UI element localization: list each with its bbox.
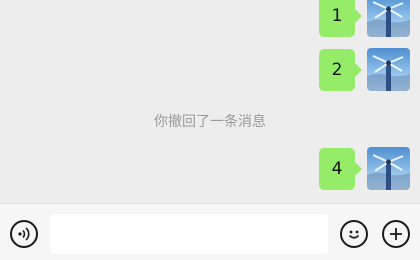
plus-icon [390,228,402,240]
recalled-message-notice: 你撤回了一条消息 [154,114,266,130]
more-button[interactable] [382,220,410,248]
input-toolbar [0,203,420,260]
message-bubble[interactable]: 4 [319,147,362,190]
message-text: 4 [331,158,343,179]
emoji-button[interactable] [340,220,368,248]
message-text: 2 [331,59,343,80]
avatar[interactable] [367,48,410,91]
voice-icon [18,227,30,241]
message-bubble[interactable]: 2 [319,48,362,91]
voice-button[interactable] [10,220,38,248]
message-input[interactable] [50,214,328,254]
message-text: 1 [331,5,343,26]
message-row: 1 [319,0,410,37]
emoji-icon [348,230,360,239]
message-row: 4 [319,147,410,190]
avatar[interactable] [367,0,410,37]
message-row: 2 [319,48,410,91]
message-bubble[interactable]: 1 [319,0,362,37]
chat-area: 1 2 你撤回了一条消息 4 [0,0,420,203]
avatar[interactable] [367,147,410,190]
